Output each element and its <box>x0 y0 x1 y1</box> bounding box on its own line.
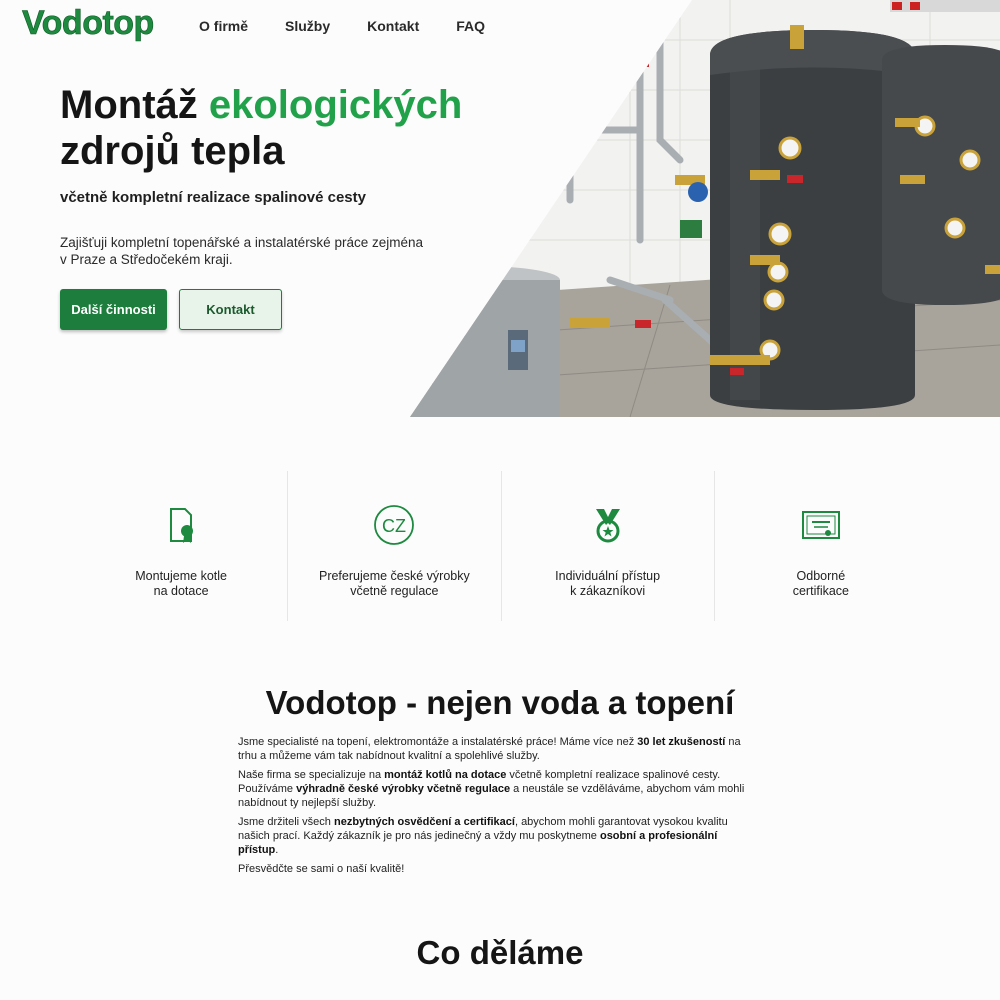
feature-label-line1: Preferujeme české výrobky <box>318 569 470 583</box>
about-text: Naše firma se specializuje na <box>238 769 385 781</box>
about-paragraph-4: Přesvědčte se sami o naší kvalitě! <box>238 863 405 875</box>
feature-label-line1: Montujeme kotle <box>135 569 227 583</box>
about-title: Vodotop - nejen voda a topení <box>265 684 735 721</box>
feature-item: Individuální přístup k zákazníkovi <box>500 471 714 621</box>
feature-item: Montujeme kotle na dotace <box>75 471 287 621</box>
about-highlight: montáž kotlů na dotace <box>384 769 507 781</box>
feature-item: CZ Preferujeme české výrobky včetně regu… <box>287 471 500 621</box>
feature-label-line1: Odborné <box>796 569 846 583</box>
about-highlight: nezbytných osvědčení a certifikací <box>333 816 515 828</box>
about-paragraph-3: Jsme držiteli všech nezbytných osvědčení… <box>238 815 758 857</box>
about-text: . <box>275 844 279 856</box>
brand-logo[interactable]: Vodotop <box>22 4 155 43</box>
feature-label-line2: k zákazníkovi <box>570 584 646 598</box>
about-text: Jsme držiteli všech <box>238 816 334 828</box>
feature-label-line2: včetně regulace <box>350 584 439 598</box>
hero-title-accent: ekologických <box>208 83 463 127</box>
feature-label-line1: Individuální přístup <box>555 569 661 583</box>
hero-title-part2: zdrojů tepla <box>60 129 285 173</box>
about-paragraph-2: Naše firma se specializuje na montáž kot… <box>238 768 758 810</box>
feature-item: Odborné certifikace <box>713 471 927 621</box>
medal-icon <box>595 509 620 543</box>
cz-badge-icon: CZ <box>374 505 415 545</box>
more-services-button[interactable]: Další činnosti <box>60 289 167 330</box>
about-text: Jsme specialisté na topení, elektromontá… <box>238 736 638 748</box>
nav-item-services[interactable]: Služby <box>285 18 330 34</box>
feature-label: Individuální přístup k zákazníkovi <box>502 569 714 599</box>
hero-title-part1: Montáž <box>60 83 209 127</box>
hero-title: Montáž ekologických zdrojů tepla <box>60 82 480 174</box>
feature-label: Montujeme kotle na dotace <box>75 569 287 599</box>
cz-badge-text: CZ <box>382 516 406 536</box>
about-paragraph-1: Jsme specialisté na topení, elektromontá… <box>238 735 758 763</box>
nav-item-about[interactable]: O firmě <box>199 18 248 34</box>
hero-description: Zajišťuji kompletní topenářské a instala… <box>60 235 423 267</box>
services-title: Co děláme <box>416 934 584 971</box>
document-seal-icon <box>170 508 194 543</box>
feature-label-line2: na dotace <box>153 584 209 598</box>
feature-label-line2: certifikace <box>792 584 850 598</box>
hero-image <box>410 0 1000 417</box>
contact-button[interactable]: Kontakt <box>179 289 282 330</box>
hero-subtitle: včetně kompletní realizace spalinové ces… <box>60 189 366 206</box>
nav-item-contact[interactable]: Kontakt <box>367 18 419 34</box>
certificate-icon <box>801 511 840 539</box>
feature-label: Preferujeme české výrobky včetně regulac… <box>288 569 500 599</box>
features-row: Montujeme kotle na dotace CZ Preferujeme… <box>75 471 927 621</box>
about-highlight: 30 let zkušeností <box>637 736 726 748</box>
feature-label: Odborné certifikace <box>715 569 927 599</box>
main-nav: O firmě Služby Kontakt FAQ <box>199 18 522 34</box>
about-body: Jsme specialisté na topení, elektromontá… <box>238 735 758 881</box>
about-highlight: výhradně české výrobky včetně regulace <box>296 783 511 795</box>
nav-item-faq[interactable]: FAQ <box>456 18 485 34</box>
